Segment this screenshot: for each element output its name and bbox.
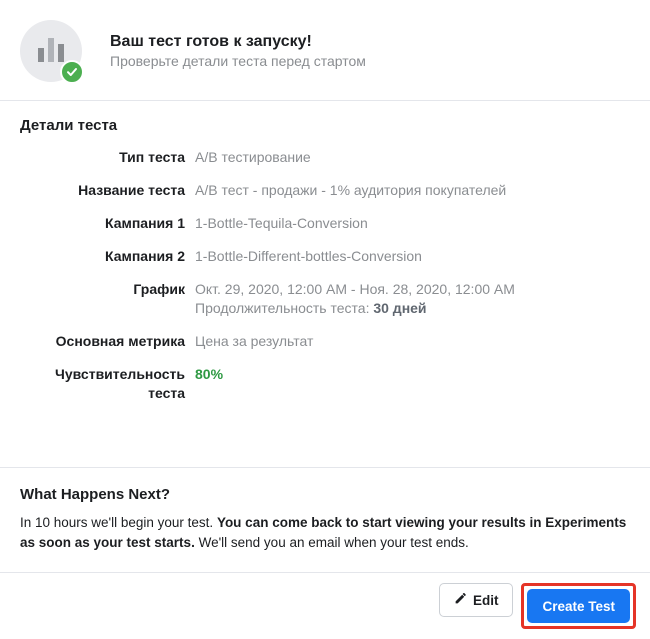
schedule-duration-value: 30 дней [373, 300, 426, 316]
value-campaign-1: 1-Bottle-Tequila-Conversion [195, 214, 630, 233]
value-test-name: A/B тест - продажи - 1% аудитория покупа… [195, 181, 630, 200]
schedule-duration-prefix: Продолжительность теста: [195, 300, 373, 316]
value-test-type: A/B тестирование [195, 148, 630, 167]
row-campaign-1: Кампания 1 1-Bottle-Tequila-Conversion [20, 214, 630, 233]
create-test-highlight: Create Test [521, 583, 636, 629]
header-subtitle: Проверьте детали теста перед стартом [110, 53, 366, 69]
next-body-prefix: In 10 hours we'll begin your test. [20, 515, 217, 530]
section-title: Детали теста [20, 117, 630, 134]
label-test-name: Название теста [20, 181, 195, 200]
label-test-type: Тип теста [20, 148, 195, 167]
edit-button[interactable]: Edit [439, 583, 514, 617]
row-metric: Основная метрика Цена за результат [20, 332, 630, 351]
label-schedule: График [20, 280, 195, 319]
label-metric: Основная метрика [20, 332, 195, 351]
value-schedule: Окт. 29, 2020, 12:00 AM - Ноя. 28, 2020,… [195, 280, 630, 319]
header-title: Ваш тест готов к запуску! [110, 33, 366, 51]
what-happens-next-section: What Happens Next? In 10 hours we'll beg… [0, 467, 650, 572]
label-campaign-2: Кампания 2 [20, 247, 195, 266]
check-icon [60, 60, 84, 84]
label-campaign-1: Кампания 1 [20, 214, 195, 233]
schedule-duration: Продолжительность теста: 30 дней [195, 299, 630, 318]
pencil-icon [454, 592, 467, 608]
value-campaign-2: 1-Bottle-Different-bottles-Conversion [195, 247, 630, 266]
bar-chart-icon [37, 38, 65, 65]
next-body: In 10 hours we'll begin your test. You c… [20, 513, 630, 552]
next-title: What Happens Next? [20, 486, 630, 503]
test-review-panel: Ваш тест готов к запуску! Проверьте дета… [0, 0, 650, 639]
row-test-type: Тип теста A/B тестирование [20, 148, 630, 167]
value-metric: Цена за результат [195, 332, 630, 351]
create-test-button[interactable]: Create Test [527, 589, 630, 623]
row-campaign-2: Кампания 2 1-Bottle-Different-bottles-Co… [20, 247, 630, 266]
label-sensitivity: Чувствительность теста [20, 365, 195, 403]
test-details-section: Детали теста Тип теста A/B тестирование … [0, 101, 650, 427]
value-sensitivity: 80% [195, 365, 630, 403]
panel-header: Ваш тест готов к запуску! Проверьте дета… [0, 0, 650, 101]
test-icon-container [20, 20, 82, 82]
edit-button-label: Edit [473, 593, 499, 608]
row-test-name: Название теста A/B тест - продажи - 1% а… [20, 181, 630, 200]
footer-actions: Edit Create Test [0, 572, 650, 639]
row-sensitivity: Чувствительность теста 80% [20, 365, 630, 403]
row-schedule: График Окт. 29, 2020, 12:00 AM - Ноя. 28… [20, 280, 630, 319]
schedule-range: Окт. 29, 2020, 12:00 AM - Ноя. 28, 2020,… [195, 280, 630, 299]
next-body-suffix: We'll send you an email when your test e… [195, 535, 469, 550]
header-text: Ваш тест готов к запуску! Проверьте дета… [110, 33, 366, 69]
